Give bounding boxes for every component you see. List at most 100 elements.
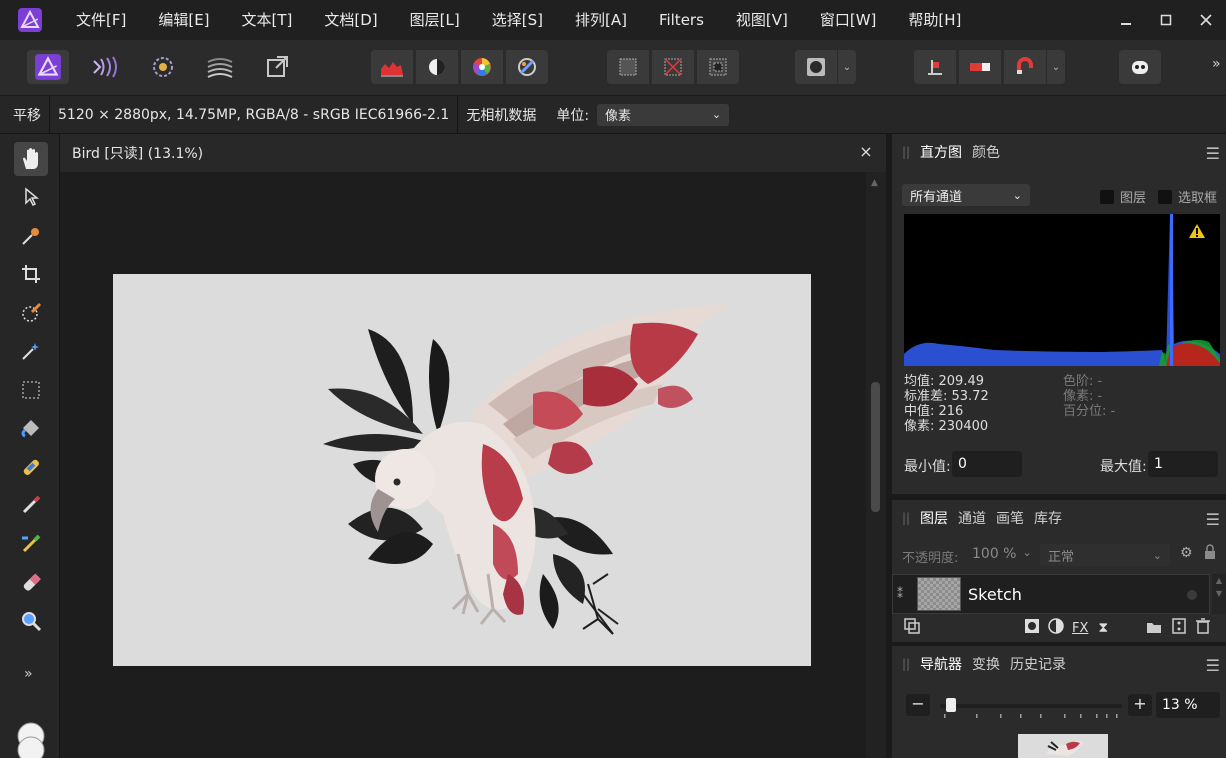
layers-scrollbar[interactable]: ▲ ▼ — [1212, 574, 1226, 614]
panel-menu-icon[interactable]: ☰ — [1206, 656, 1220, 675]
tab-navigator[interactable]: 导航器 — [920, 654, 962, 674]
min-value-field[interactable]: 0 — [952, 451, 1022, 477]
snapping-button[interactable] — [914, 50, 956, 84]
layer-row[interactable]: ⁑ Sketch — [892, 574, 1210, 614]
mask-hourglass-icon[interactable]: ⧗ — [1098, 620, 1108, 636]
opacity-select[interactable]: 100 % ⌄ — [972, 546, 1032, 562]
tab-color[interactable]: 颜色 — [972, 142, 1000, 162]
liquify-persona-icon[interactable] — [85, 50, 127, 84]
quick-mask-dropdown[interactable]: ⌄ — [838, 50, 856, 84]
assistant-dropdown[interactable]: ⌄ — [1047, 50, 1065, 84]
photo-persona-button[interactable] — [27, 50, 69, 84]
layer-drag-handle-icon[interactable]: ⁑ — [897, 587, 903, 601]
clone-brush-tool-icon[interactable] — [14, 527, 48, 561]
invert-selection-button[interactable] — [697, 50, 739, 84]
close-window-button[interactable] — [1186, 0, 1226, 40]
gear-icon[interactable]: ⚙ — [1180, 545, 1193, 561]
layer-effects-icon[interactable] — [904, 618, 920, 638]
view-mode-button[interactable] — [959, 50, 1001, 84]
units-select[interactable]: 像素 ⌄ — [597, 103, 730, 126]
menu-arrange[interactable]: 排列[A] — [559, 0, 643, 40]
fill-tool-icon[interactable] — [14, 411, 48, 445]
image-canvas[interactable] — [113, 274, 811, 666]
marquee-checkbox[interactable]: 选取框 — [1158, 187, 1217, 206]
toolbar: ⌄ ⌄ » — [0, 40, 1226, 96]
tone-mapping-persona-icon[interactable] — [199, 50, 241, 84]
rectangular-marquee-tool-icon[interactable] — [14, 373, 48, 407]
panel-grip-icon[interactable]: || — [902, 145, 910, 159]
duplicate-layer-icon[interactable] — [1172, 618, 1186, 638]
group-folder-icon[interactable] — [1146, 619, 1162, 638]
develop-persona-icon[interactable] — [142, 50, 184, 84]
tab-history[interactable]: 历史记录 — [1010, 654, 1066, 674]
tab-layers[interactable]: 图层 — [920, 508, 948, 528]
tab-channels[interactable]: 通道 — [958, 508, 986, 528]
lock-icon[interactable] — [1204, 544, 1216, 564]
layer-checkbox[interactable]: 图层 — [1100, 187, 1146, 206]
color-swatch[interactable] — [14, 722, 48, 758]
zoom-out-button[interactable]: − — [906, 694, 930, 716]
chevron-down-icon: ⌄ — [711, 108, 722, 121]
menu-filters[interactable]: Filters — [643, 0, 720, 40]
menu-select[interactable]: 选择[S] — [476, 0, 559, 40]
adjustment-icon[interactable] — [1048, 618, 1064, 638]
assistant-robot-icon[interactable] — [1119, 50, 1161, 84]
menu-view[interactable]: 视图[V] — [720, 0, 804, 40]
max-value-field[interactable]: 1 — [1148, 451, 1218, 477]
panel-menu-icon[interactable]: ☰ — [1206, 510, 1220, 529]
zoom-slider-track[interactable] — [940, 698, 1122, 712]
select-all-button[interactable] — [607, 50, 649, 84]
selection-brush-tool-icon[interactable] — [14, 296, 48, 330]
menu-edit[interactable]: 编辑[E] — [142, 0, 225, 40]
panel-grip-icon[interactable]: || — [902, 511, 910, 525]
minimize-button[interactable] — [1106, 0, 1146, 40]
export-persona-icon[interactable] — [256, 50, 298, 84]
add-mask-icon[interactable] — [1024, 618, 1040, 638]
maximize-button[interactable] — [1146, 0, 1186, 40]
flood-select-tool-icon[interactable] — [14, 334, 48, 368]
zoom-in-button[interactable]: + — [1128, 694, 1152, 716]
deselect-button[interactable] — [652, 50, 694, 84]
erase-brush-tool-icon[interactable] — [14, 565, 48, 599]
panel-menu-icon[interactable]: ☰ — [1206, 144, 1220, 163]
color-picker-tool-icon[interactable] — [14, 219, 48, 253]
menu-layer[interactable]: 图层[L] — [394, 0, 476, 40]
navigator-preview[interactable] — [1018, 734, 1108, 758]
menu-help[interactable]: 帮助[H] — [892, 0, 977, 40]
move-tool-icon[interactable] — [14, 180, 48, 214]
layer-visibility-dot[interactable] — [1187, 590, 1197, 600]
document-tab[interactable]: Bird [只读] (13.1%) × — [60, 134, 886, 172]
menu-file[interactable]: 文件[F] — [60, 0, 142, 40]
tab-stock[interactable]: 库存 — [1034, 508, 1062, 528]
vertical-scrollbar[interactable]: ▲ — [866, 172, 886, 758]
close-document-button[interactable]: × — [856, 142, 876, 162]
menu-document[interactable]: 文档[D] — [308, 0, 393, 40]
hand-tool-icon[interactable] — [14, 142, 48, 176]
live-filter-icon[interactable]: FX — [1072, 621, 1088, 636]
channel-select[interactable]: 所有通道 ⌄ — [902, 184, 1030, 206]
scroll-up-icon[interactable]: ▲ — [871, 178, 878, 188]
paint-brush-tool-icon[interactable] — [14, 488, 48, 522]
zoom-slider-knob[interactable] — [946, 698, 956, 712]
tab-brushes[interactable]: 画笔 — [996, 508, 1024, 528]
assistant-magnet-icon[interactable] — [1004, 50, 1046, 84]
tab-transform[interactable]: 变换 — [972, 654, 1000, 674]
white-balance-adjustment-button[interactable] — [506, 50, 548, 84]
menu-window[interactable]: 窗口[W] — [804, 0, 893, 40]
black-white-adjustment-button[interactable] — [416, 50, 458, 84]
toolbar-overflow-button[interactable]: » — [1212, 56, 1221, 72]
panel-grip-icon[interactable]: || — [902, 657, 910, 671]
quick-mask-button[interactable] — [795, 50, 837, 84]
zoom-tool-icon[interactable] — [14, 604, 48, 638]
menu-text[interactable]: 文本[T] — [226, 0, 309, 40]
more-tools-button[interactable]: » — [24, 666, 33, 682]
crop-tool-icon[interactable] — [14, 257, 48, 291]
inpainting-brush-tool-icon[interactable] — [14, 450, 48, 484]
trash-icon[interactable] — [1196, 618, 1211, 638]
hsl-adjustment-button[interactable] — [461, 50, 503, 84]
scrollbar-thumb[interactable] — [871, 382, 880, 512]
levels-adjustment-button[interactable] — [371, 50, 413, 84]
zoom-value-field[interactable]: 13 % — [1156, 692, 1220, 718]
blend-mode-select[interactable]: 正常 ⌄ — [1040, 544, 1170, 566]
tab-histogram[interactable]: 直方图 — [920, 142, 962, 162]
